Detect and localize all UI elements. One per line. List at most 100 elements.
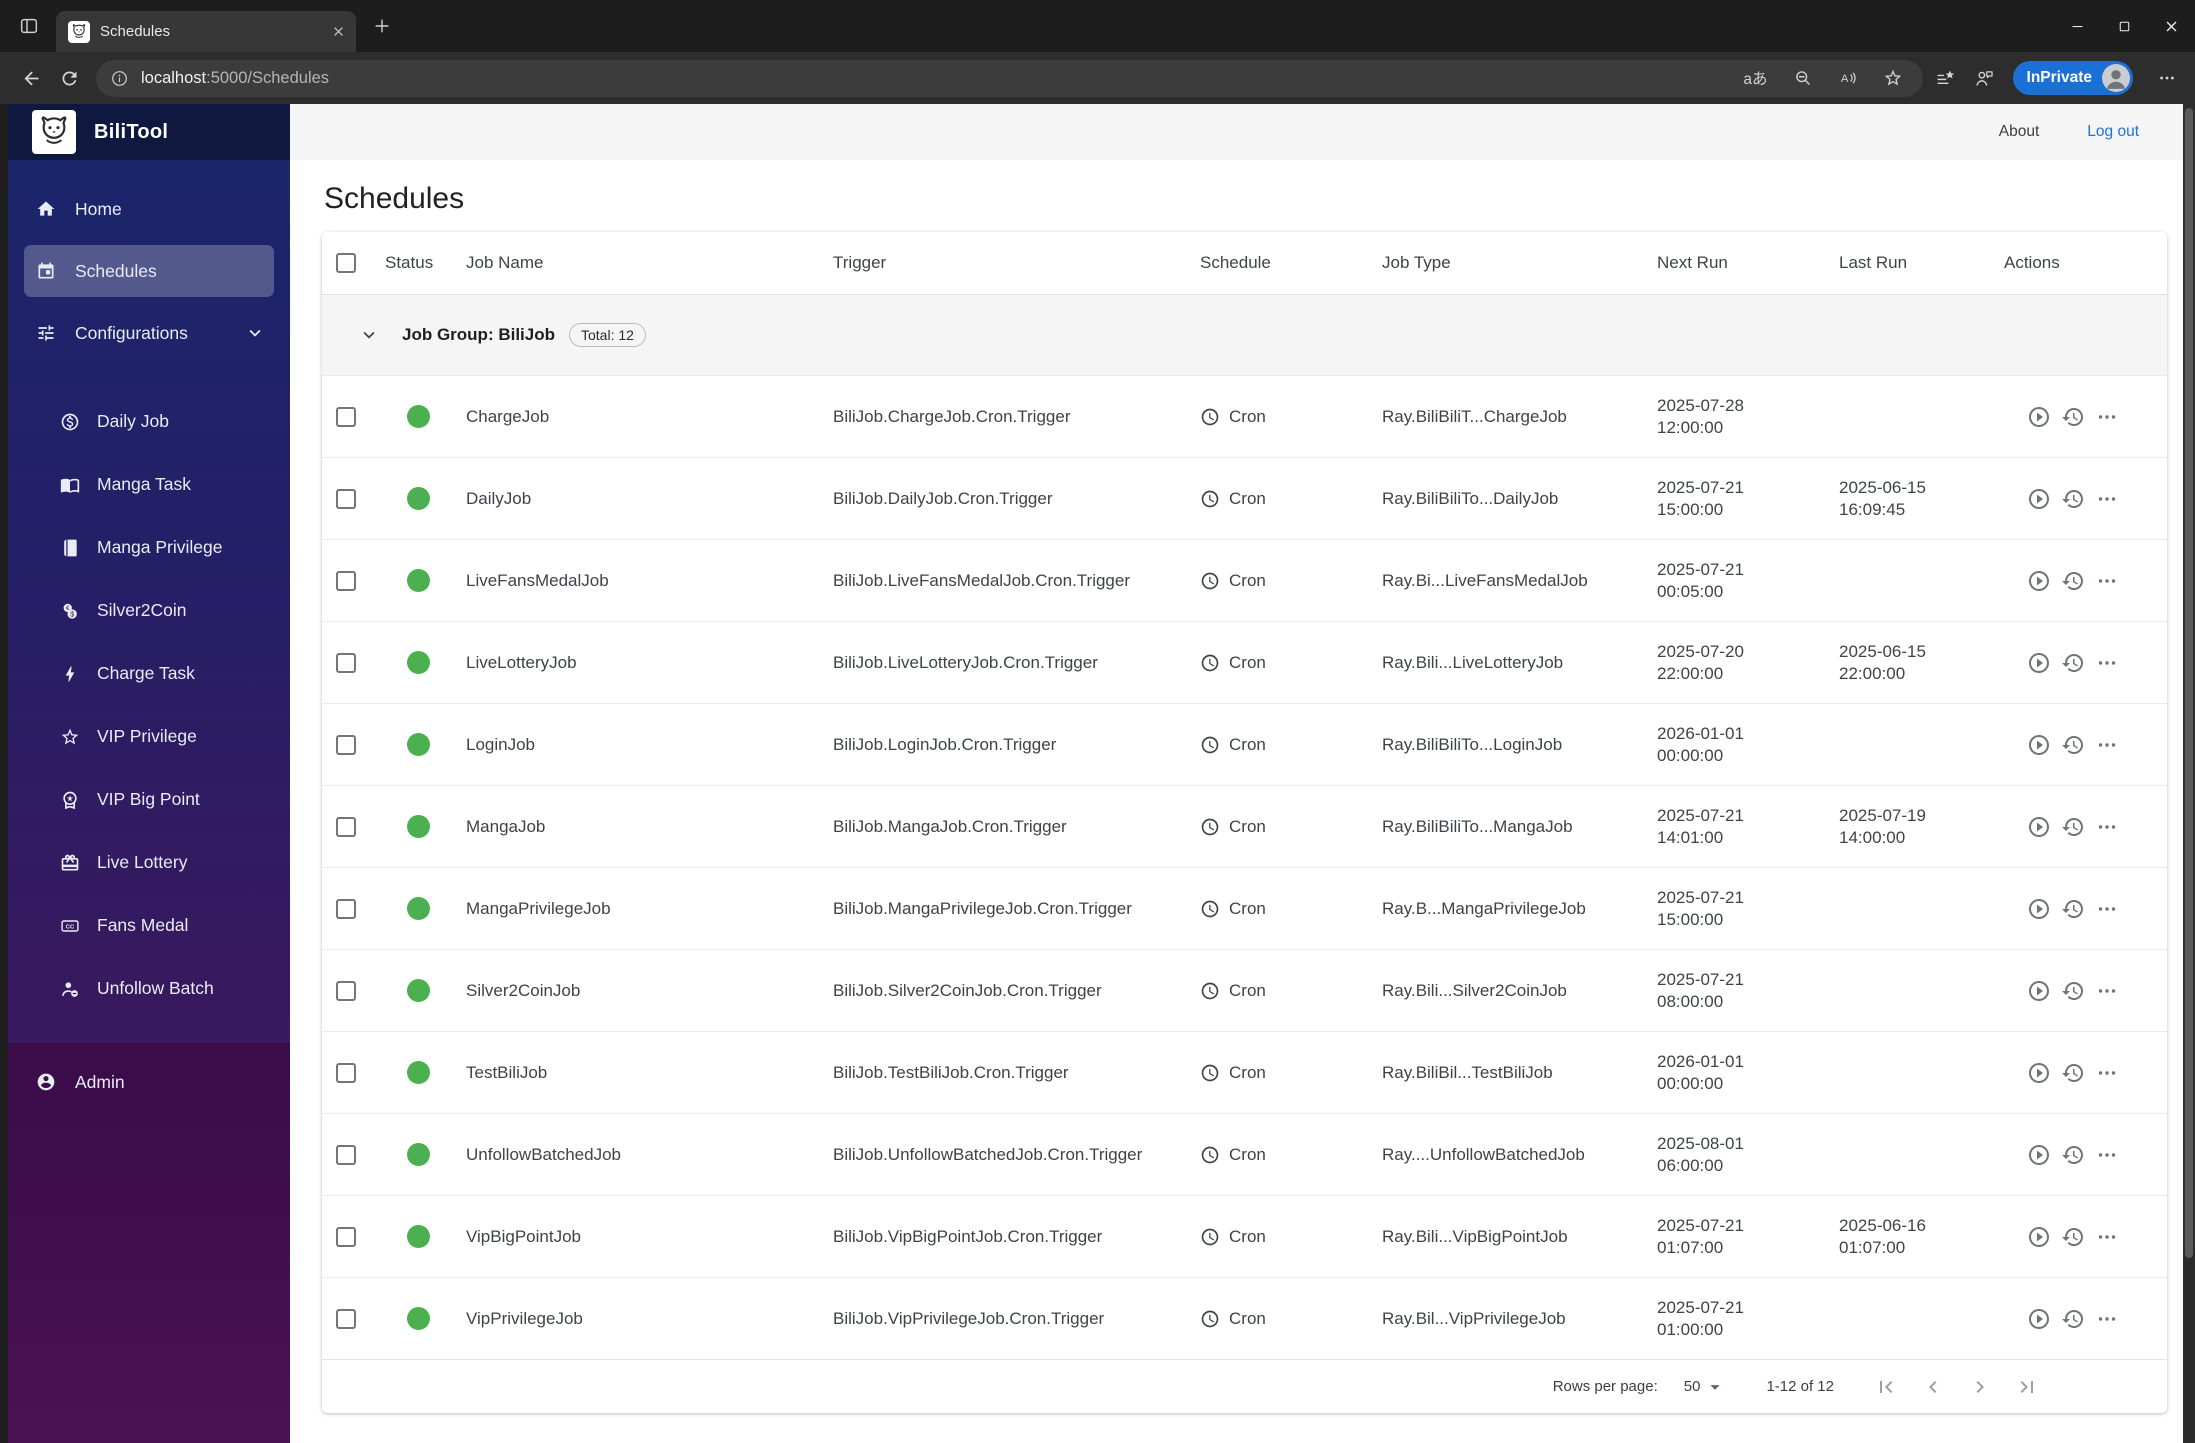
history-icon[interactable] <box>2061 569 2085 593</box>
row-select-cell <box>322 622 370 703</box>
window-close-button[interactable] <box>2148 0 2195 52</box>
next-run-cell: 2026-01-01 00:00:00 <box>1657 723 1839 767</box>
row-checkbox[interactable] <box>336 734 356 755</box>
row-checkbox[interactable] <box>336 488 356 509</box>
site-info-icon[interactable] <box>110 69 129 88</box>
run-now-icon[interactable] <box>2027 815 2051 839</box>
tab-close-icon[interactable] <box>331 24 346 39</box>
refresh-button[interactable] <box>50 59 88 97</box>
history-icon[interactable] <box>2061 733 2085 757</box>
more-actions-icon[interactable] <box>2095 733 2119 757</box>
profile-avatar[interactable] <box>2102 64 2130 92</box>
row-checkbox[interactable] <box>336 816 356 837</box>
sidebar-item-vip-privilege[interactable]: VIP Privilege <box>8 705 290 768</box>
sidebar-item-daily-job[interactable]: Daily Job <box>8 390 290 453</box>
browser-menu-icon[interactable] <box>2157 68 2177 88</box>
run-now-icon[interactable] <box>2027 1225 2051 1249</box>
read-aloud-icon[interactable]: A <box>1838 68 1858 88</box>
sidebar-item-configurations[interactable]: Configurations <box>8 302 290 364</box>
rows-per-page-select[interactable]: 50 <box>1684 1376 1727 1398</box>
job-group-row[interactable]: Job Group: BiliJob Total: 12 <box>322 295 2167 375</box>
more-actions-icon[interactable] <box>2095 651 2119 675</box>
sidebar-item-silver2coin[interactable]: € $ Silver2Coin <box>8 579 290 642</box>
sidebar-item-schedules[interactable]: Schedules <box>24 245 274 297</box>
browser-tab[interactable]: Schedules <box>56 11 356 52</box>
more-actions-icon[interactable] <box>2095 487 2119 511</box>
maximize-button[interactable] <box>2101 0 2148 52</box>
feedback-icon[interactable] <box>1974 68 1995 89</box>
first-page-icon[interactable] <box>1874 1375 1898 1399</box>
inprivate-badge[interactable]: InPrivate <box>2012 61 2133 95</box>
run-now-icon[interactable] <box>2027 569 2051 593</box>
minimize-button[interactable] <box>2054 0 2101 52</box>
row-checkbox[interactable] <box>336 652 356 673</box>
zoom-out-icon[interactable] <box>1793 68 1813 88</box>
run-now-icon[interactable] <box>2027 487 2051 511</box>
run-now-icon[interactable] <box>2027 1061 2051 1085</box>
sidebar-item-manga-privilege[interactable]: Manga Privilege <box>8 516 290 579</box>
sidebar-item-home[interactable]: Home <box>8 178 290 240</box>
select-all-checkbox[interactable] <box>336 253 356 273</box>
run-now-icon[interactable] <box>2027 651 2051 675</box>
run-now-icon[interactable] <box>2027 979 2051 1003</box>
history-icon[interactable] <box>2061 897 2085 921</box>
tab-actions-icon[interactable] <box>18 15 40 37</box>
row-checkbox[interactable] <box>336 1308 356 1329</box>
scrollbar[interactable] <box>2183 104 2195 1443</box>
row-checkbox[interactable] <box>336 898 356 919</box>
more-actions-icon[interactable] <box>2095 1143 2119 1167</box>
sidebar-item-manga-task[interactable]: Manga Task <box>8 453 290 516</box>
collapse-group-chevron-icon[interactable] <box>358 324 380 346</box>
more-actions-icon[interactable] <box>2095 815 2119 839</box>
history-icon[interactable] <box>2061 1225 2085 1249</box>
add-favorite-star-icon[interactable] <box>1883 68 1903 88</box>
schedule-label: Cron <box>1229 1144 1266 1164</box>
more-actions-icon[interactable] <box>2095 1061 2119 1085</box>
address-bar[interactable]: localhost:5000/Schedules aあ A <box>96 59 1923 97</box>
more-actions-icon[interactable] <box>2095 897 2119 921</box>
row-checkbox[interactable] <box>336 1226 356 1247</box>
run-now-icon[interactable] <box>2027 405 2051 429</box>
next-page-icon[interactable] <box>1968 1375 1992 1399</box>
run-now-icon[interactable] <box>2027 897 2051 921</box>
translate-icon[interactable]: aあ <box>1743 67 1767 89</box>
sidebar-item-admin[interactable]: Admin <box>8 1051 290 1113</box>
row-checkbox[interactable] <box>336 980 356 1001</box>
run-now-icon[interactable] <box>2027 1143 2051 1167</box>
sidebar-item-vip-big-point[interactable]: VIP Big Point <box>8 768 290 831</box>
prev-page-icon[interactable] <box>1921 1375 1945 1399</box>
sidebar-item-unfollow-batch[interactable]: Unfollow Batch <box>8 957 290 1020</box>
history-icon[interactable] <box>2061 979 2085 1003</box>
more-actions-icon[interactable] <box>2095 1225 2119 1249</box>
job-name-cell: MangaJob <box>466 816 546 836</box>
history-icon[interactable] <box>2061 405 2085 429</box>
row-checkbox[interactable] <box>336 570 356 591</box>
run-now-icon[interactable] <box>2027 1307 2051 1331</box>
history-icon[interactable] <box>2061 1061 2085 1085</box>
row-status-cell <box>370 1032 466 1113</box>
history-icon[interactable] <box>2061 1143 2085 1167</box>
sidebar-item-charge-task[interactable]: Charge Task <box>8 642 290 705</box>
history-icon[interactable] <box>2061 815 2085 839</box>
new-tab-icon[interactable] <box>372 16 392 36</box>
more-actions-icon[interactable] <box>2095 1307 2119 1331</box>
scrollbar-thumb[interactable] <box>2185 108 2193 1258</box>
run-now-icon[interactable] <box>2027 733 2051 757</box>
last-page-icon[interactable] <box>2015 1375 2039 1399</box>
more-actions-icon[interactable] <box>2095 569 2119 593</box>
about-link[interactable]: About <box>1999 123 2040 141</box>
row-checkbox[interactable] <box>336 1062 356 1083</box>
sidebar-item-fans-medal[interactable]: CC Fans Medal <box>8 894 290 957</box>
logout-link[interactable]: Log out <box>2087 123 2139 141</box>
row-checkbox[interactable] <box>336 406 356 427</box>
url-text[interactable]: localhost:5000/Schedules <box>141 69 329 88</box>
favorites-hub-icon[interactable] <box>1935 68 1956 89</box>
history-icon[interactable] <box>2061 651 2085 675</box>
history-icon[interactable] <box>2061 1307 2085 1331</box>
sidebar-item-live-lottery[interactable]: Live Lottery <box>8 831 290 894</box>
back-button[interactable] <box>12 59 50 97</box>
history-icon[interactable] <box>2061 487 2085 511</box>
row-checkbox[interactable] <box>336 1144 356 1165</box>
more-actions-icon[interactable] <box>2095 979 2119 1003</box>
more-actions-icon[interactable] <box>2095 405 2119 429</box>
